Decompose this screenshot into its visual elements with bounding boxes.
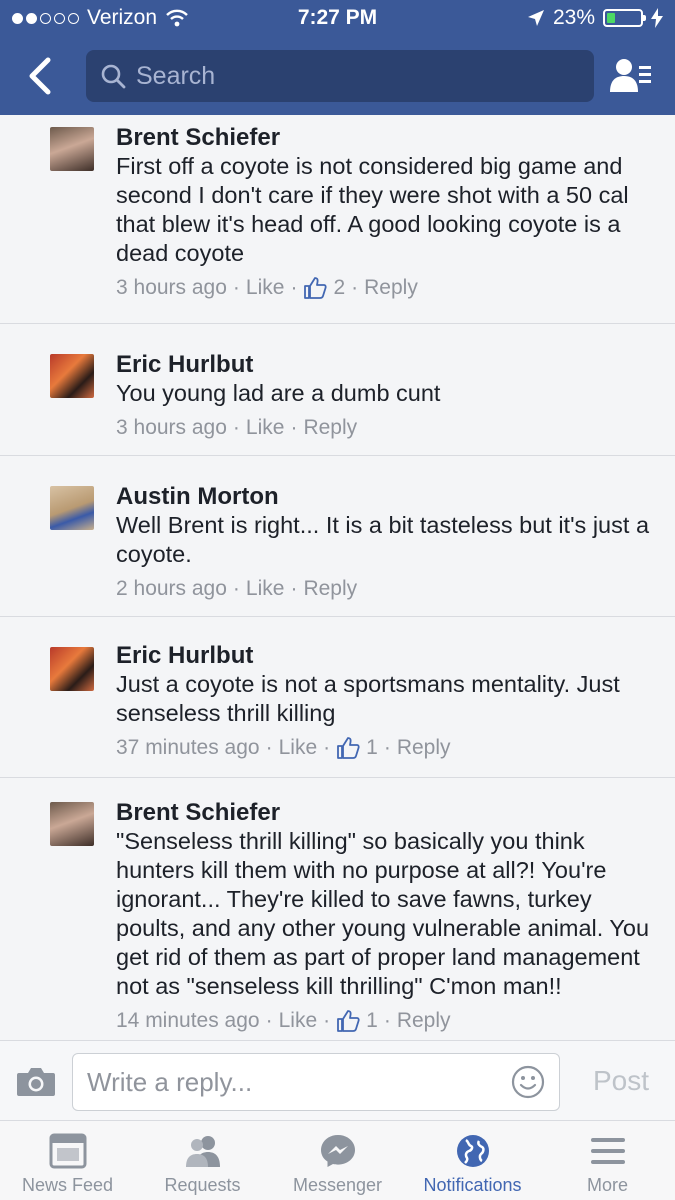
like-link[interactable]: Like — [246, 575, 285, 603]
tab-label: More — [586, 1175, 628, 1195]
tab-notifications[interactable]: Notifications — [405, 1121, 540, 1200]
reply-bar: Write a reply... Post — [0, 1040, 675, 1120]
charging-bolt-icon — [651, 8, 663, 28]
messenger-icon — [320, 1135, 355, 1167]
search-placeholder: Search — [136, 61, 216, 90]
tab-label: Requests — [164, 1175, 241, 1195]
reply-link[interactable]: Reply — [303, 414, 357, 442]
avatar[interactable] — [50, 354, 94, 398]
friend-requests-icon — [185, 1136, 220, 1167]
comment-text: First off a coyote is not considered big… — [116, 153, 629, 266]
comment-text: You young lad are a dumb cunt — [116, 380, 441, 406]
comment-item: Austin Morton Well Brent is right... It … — [0, 456, 675, 617]
emoji-icon[interactable] — [511, 1065, 545, 1099]
tab-label: Notifications — [423, 1175, 522, 1195]
comment-item: Eric Hurlbut You young lad are a dumb cu… — [0, 324, 675, 456]
tab-bar: News Feed Requests Messenger Notificatio… — [0, 1120, 675, 1200]
like-link[interactable]: Like — [246, 274, 285, 302]
reply-link[interactable]: Reply — [364, 274, 418, 302]
comment-meta: 3 hours ago · Like · 2 · Reply — [116, 274, 663, 302]
thumbs-up-icon — [337, 1010, 360, 1032]
comment-text: Just a coyote is not a sportsmans mental… — [116, 671, 620, 726]
status-bar: Verizon 7:27 PM 23% — [0, 0, 675, 38]
like-link[interactable]: Like — [279, 1007, 318, 1035]
menu-icon — [590, 1138, 625, 1164]
comment-author[interactable]: Eric Hurlbut — [116, 641, 663, 670]
comment-author[interactable]: Austin Morton — [116, 482, 663, 511]
reaction-count: 1 — [366, 1009, 378, 1032]
friends-list-icon[interactable] — [609, 56, 653, 96]
comment-item: Eric Hurlbut Just a coyote is not a spor… — [0, 617, 675, 778]
avatar[interactable] — [50, 486, 94, 530]
reply-input[interactable]: Write a reply... — [72, 1053, 560, 1111]
tab-label: Messenger — [292, 1175, 383, 1195]
reply-link[interactable]: Reply — [303, 575, 357, 603]
comment-meta: 14 minutes ago · Like · 1 · Reply — [116, 1007, 663, 1035]
search-input[interactable]: Search — [86, 50, 594, 102]
post-button[interactable]: Post — [593, 1065, 649, 1097]
like-link[interactable]: Like — [246, 414, 285, 442]
tab-requests[interactable]: Requests — [135, 1121, 270, 1200]
comment-meta: 37 minutes ago · Like · 1 · Reply — [116, 734, 663, 762]
comment-item: Brent Schiefer First off a coyote is not… — [0, 115, 675, 324]
thumbs-up-icon — [337, 737, 360, 759]
tab-label: News Feed — [21, 1175, 114, 1195]
reply-link[interactable]: Reply — [397, 1007, 451, 1035]
reaction-count: 1 — [366, 736, 378, 759]
comment-item: Brent Schiefer "Senseless thrill killing… — [0, 778, 675, 1040]
tab-messenger[interactable]: Messenger — [270, 1121, 405, 1200]
back-arrow-icon[interactable] — [24, 56, 56, 96]
comment-time: 14 minutes ago — [116, 1009, 260, 1032]
reply-link[interactable]: Reply — [397, 734, 451, 762]
comment-meta: 2 hours ago · Like · Reply — [116, 575, 663, 603]
globe-icon — [456, 1135, 489, 1167]
comment-time: 3 hours ago — [116, 416, 227, 439]
comment-list: Brent Schiefer First off a coyote is not… — [0, 115, 675, 1040]
comment-author[interactable]: Brent Schiefer — [116, 798, 663, 827]
avatar[interactable] — [50, 647, 94, 691]
tab-more[interactable]: More — [540, 1121, 675, 1200]
avatar[interactable] — [50, 802, 94, 846]
like-link[interactable]: Like — [279, 734, 318, 762]
comment-author[interactable]: Eric Hurlbut — [116, 350, 663, 379]
top-header: Verizon 7:27 PM 23% Search — [0, 0, 675, 115]
comment-time: 3 hours ago — [116, 276, 227, 299]
comment-time: 2 hours ago — [116, 577, 227, 600]
comment-author[interactable]: Brent Schiefer — [116, 123, 663, 152]
comment-meta: 3 hours ago · Like · Reply — [116, 414, 663, 442]
location-arrow-icon — [527, 10, 544, 26]
comment-time: 37 minutes ago — [116, 736, 260, 759]
reaction-count: 2 — [333, 276, 346, 299]
thumbs-up-icon — [304, 277, 328, 299]
tab-news-feed[interactable]: News Feed — [0, 1121, 135, 1200]
camera-icon[interactable] — [16, 1065, 56, 1097]
reply-placeholder: Write a reply... — [87, 1066, 253, 1097]
battery-percent: 23% — [552, 6, 595, 29]
news-feed-icon — [49, 1133, 86, 1169]
search-icon — [101, 64, 126, 89]
battery-icon — [603, 9, 646, 27]
status-right: 23% — [527, 6, 663, 30]
comment-text: Well Brent is right... It is a bit taste… — [116, 512, 650, 567]
nav-bar: Search — [0, 38, 675, 115]
avatar[interactable] — [50, 127, 94, 171]
comment-text: "Senseless thrill killing" so basically … — [116, 828, 650, 999]
